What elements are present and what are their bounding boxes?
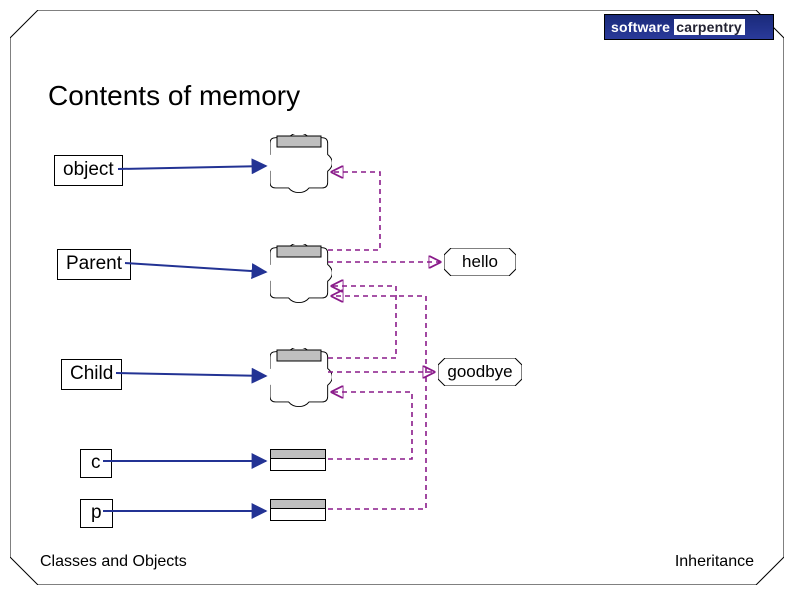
footer-left: Classes and Objects [40, 553, 187, 571]
arrow-child-to-shape [116, 373, 266, 376]
dashed-parent-to-object [328, 172, 380, 250]
arrows-layer [0, 0, 794, 595]
arrow-parent-to-shape [125, 263, 266, 272]
dashed-c-to-child [328, 392, 412, 459]
dashed-p-to-parent [328, 296, 426, 509]
footer-right: Inheritance [675, 553, 754, 571]
arrow-object-to-shape [118, 166, 266, 169]
